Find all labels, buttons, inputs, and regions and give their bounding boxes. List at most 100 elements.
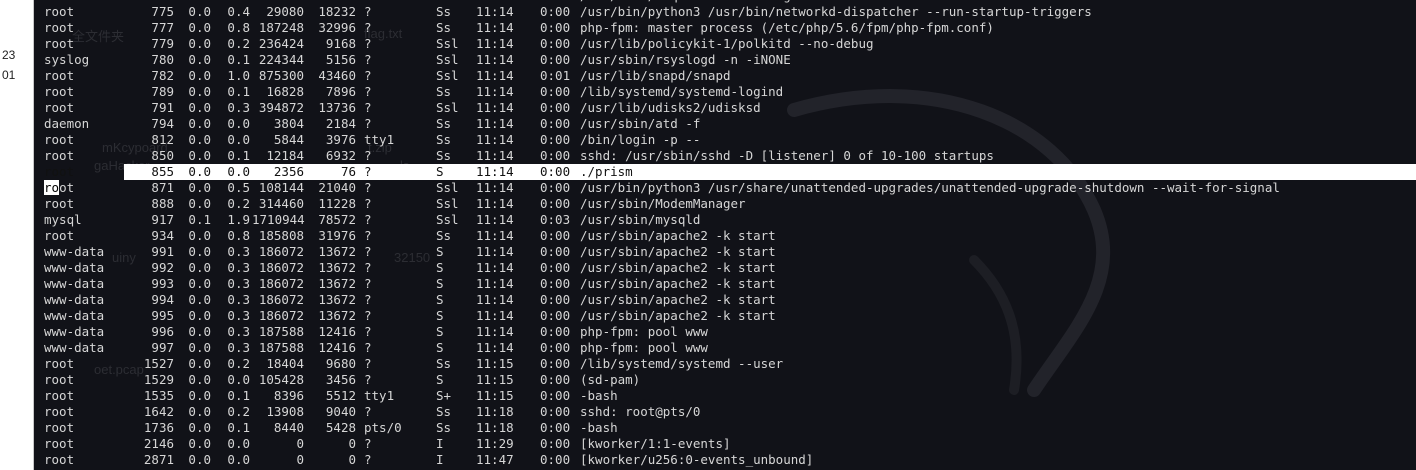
process-command: /lib/systemd/systemd-logind [580,84,784,99]
process-row[interactable]: root 812 0.0 0.0 5844 3976 tty1 Ss 11:14 0:00/bin… [34,132,1416,148]
process-start: 11:14 [476,68,514,83]
process-rss: 9680 [325,356,356,371]
process-vsz: 875300 [258,68,304,83]
process-cpu: 0.0 [188,4,211,19]
process-pid: 777 [151,20,174,35]
process-rss: 2184 [325,116,356,131]
process-user: www-data [44,324,105,339]
process-row[interactable]: root 871 0.0 0.5 108144 21040? Ssl 11:14 0:00/us… [34,180,1416,196]
process-vsz: 105428 [258,372,304,387]
process-stat: S [436,372,444,387]
process-rss: 76 [340,164,356,179]
process-stat: S [436,276,444,291]
process-stat: S+ [436,388,452,403]
process-vsz: 186072 [258,292,304,307]
process-rss: 5512 [325,388,356,403]
process-row[interactable]: www-data 995 0.0 0.3 186072 13672? S 11:14 0:00 /… [34,308,1416,324]
process-start: 11:14 [476,20,514,35]
process-cpu: 0.0 [188,244,211,259]
process-tty: ? [364,196,372,211]
process-stat: S [436,292,444,307]
process-command: [kworker/1:1-events] [580,436,731,451]
process-time: 0:00 [540,372,571,387]
process-stat: Ssl [436,180,459,195]
process-rss: 13672 [318,260,356,275]
process-row[interactable]: root 1535 0.0 0.1 8396 5512 tty1 S+ 11:15 0:00 -ba… [34,388,1416,404]
process-start: 11:29 [476,436,514,451]
process-tty: ? [364,244,372,259]
process-row[interactable]: root 2871 0.0 0.0 0 0? I 11:47 0:00 [kworker/u256… [34,452,1416,468]
process-row[interactable]: root 2146 0.0 0.0 0 0? I 11:29 0:00 [kworker/1:1-… [34,436,1416,452]
process-row[interactable]: www-data 997 0.0 0.3 187588 12416? S 11:14 0:00 p… [34,340,1416,356]
process-row[interactable]: www-data 994 0.0 0.3 186072 13672? S 11:14 0:00 /… [34,292,1416,308]
process-pid: 996 [151,324,174,339]
process-row[interactable]: root 791 0.0 0.3 394872 13736? Ssl 11:14 0:00/us… [34,100,1416,116]
process-row-selected[interactable]: root 855 0.0 0.0 2356 76? S 11:14 0:00 ./prism [34,164,1416,180]
process-row[interactable]: root 888 0.0 0.2 314460 11228? Ssl 11:14 0:00/us… [34,196,1416,212]
process-row[interactable]: root 777 0.0 0.8 187248 32996? Ss 11:14 0:00 php-… [34,20,1416,36]
process-command: php-fpm: pool www [580,340,708,355]
process-tty: ? [364,52,372,67]
process-user: root [44,180,75,195]
process-row[interactable]: root 782 0.0 1.0 875300 43460? Ssl 11:14 0:01/us… [34,68,1416,84]
process-pid: 850 [151,148,174,163]
process-stat: I [436,452,444,467]
process-stat: Ssl [436,36,459,51]
process-row[interactable]: www-data 996 0.0 0.3 187588 12416? S 11:14 0:00 p… [34,324,1416,340]
process-vsz: 0 [296,436,304,451]
process-pid: 993 [151,276,174,291]
process-start: 11:15 [476,372,514,387]
process-vsz: 314460 [258,196,304,211]
process-row[interactable]: root 775 0.0 0.4 29080 18232? Ss 11:14 0:00/usr/… [34,4,1416,20]
process-time: 0:00 [540,436,571,451]
process-stat: S [436,308,444,323]
process-rss: 13672 [318,244,356,259]
process-cpu: 0.0 [188,180,211,195]
process-stat: Ssl [436,68,459,83]
process-time: 0:00 [540,308,571,323]
process-command: /usr/lib/udisks2/udisksd [580,100,761,115]
process-pid: 997 [151,340,174,355]
process-rss: 18232 [318,4,356,19]
process-row[interactable]: root 1527 0.0 0.2 18404 9680? Ss 11:15 0:00/lib/… [34,356,1416,372]
process-row[interactable]: www-data 992 0.0 0.3 186072 13672? S 11:14 0:00 /… [34,260,1416,276]
process-rss: 32996 [318,20,356,35]
process-start: 11:14 [476,84,514,99]
process-row[interactable]: www-data 991 0.0 0.3 186072 13672? S 11:14 0:00 /… [34,244,1416,260]
process-command: /usr/sbin/atd -f [580,116,701,131]
gutter-number: 01 [2,68,16,82]
process-row[interactable]: root 934 0.0 0.8 185808 31976? Ss 11:14 0:00/usr… [34,228,1416,244]
process-command: php-fpm: master process (/etc/php/5.6/fp… [580,20,994,35]
process-row[interactable]: syslog 780 0.0 0.1 224344 5156? Ssl 11:14 0:00/u… [34,52,1416,68]
process-stat: Ssl [436,212,459,227]
process-tty: ? [364,276,372,291]
process-pid: 789 [151,84,174,99]
process-row[interactable]: daemon 794 0.0 0.0 3804 2184? Ss 11:14 0:00/usr/… [34,116,1416,132]
process-vsz: 3804 [273,116,304,131]
process-mem: 0.3 [227,244,250,259]
terminal-window[interactable]: 全文件夹 flag.txt mKcypoard gaHacker t.zip l… [34,0,1416,470]
process-command: /usr/sbin/apache2 -k start [580,276,776,291]
process-row[interactable]: root 1736 0.0 0.1 8440 5428 pts/0 Ss 11:18 0:00 -b… [34,420,1416,436]
process-mem: 0.5 [227,180,250,195]
process-time: 0:00 [540,100,571,115]
process-mem: 0.0 [227,452,250,467]
process-row[interactable]: www-data 993 0.0 0.3 186072 13672? S 11:14 0:00 /… [34,276,1416,292]
process-start: 11:14 [476,212,514,227]
process-row[interactable]: root 1642 0.0 0.2 13908 9040? Ss 11:18 0:00 sshd:… [34,404,1416,420]
process-row[interactable]: root 789 0.0 0.1 16828 7896? Ss 11:14 0:00/lib/s… [34,84,1416,100]
process-row[interactable]: mysql 917 0.1 1.9 1710944 78572? Ssl 11:14 0:03 /… [34,212,1416,228]
process-start: 11:14 [476,180,514,195]
process-cpu: 0.0 [188,388,211,403]
process-row[interactable]: root 779 0.0 0.2 236424 9168? Ssl 11:14 0:00/usr… [34,36,1416,52]
process-user: daemon [44,116,90,131]
process-command: /bin/login -p -- [580,132,701,147]
gutter-number: 23 [2,48,16,62]
process-stat: Ss [436,228,452,243]
process-row[interactable]: root 1529 0.0 0.0 105428 3456? S 11:15 0:00 (sd-p… [34,372,1416,388]
process-row[interactable]: root 850 0.0 0.1 12184 6932? Ss 11:14 0:00 sshd: … [34,148,1416,164]
process-command: -bash [580,388,618,403]
process-cpu: 0.0 [188,260,211,275]
process-pid: 1529 [143,372,174,387]
process-start: 11:15 [476,388,514,403]
